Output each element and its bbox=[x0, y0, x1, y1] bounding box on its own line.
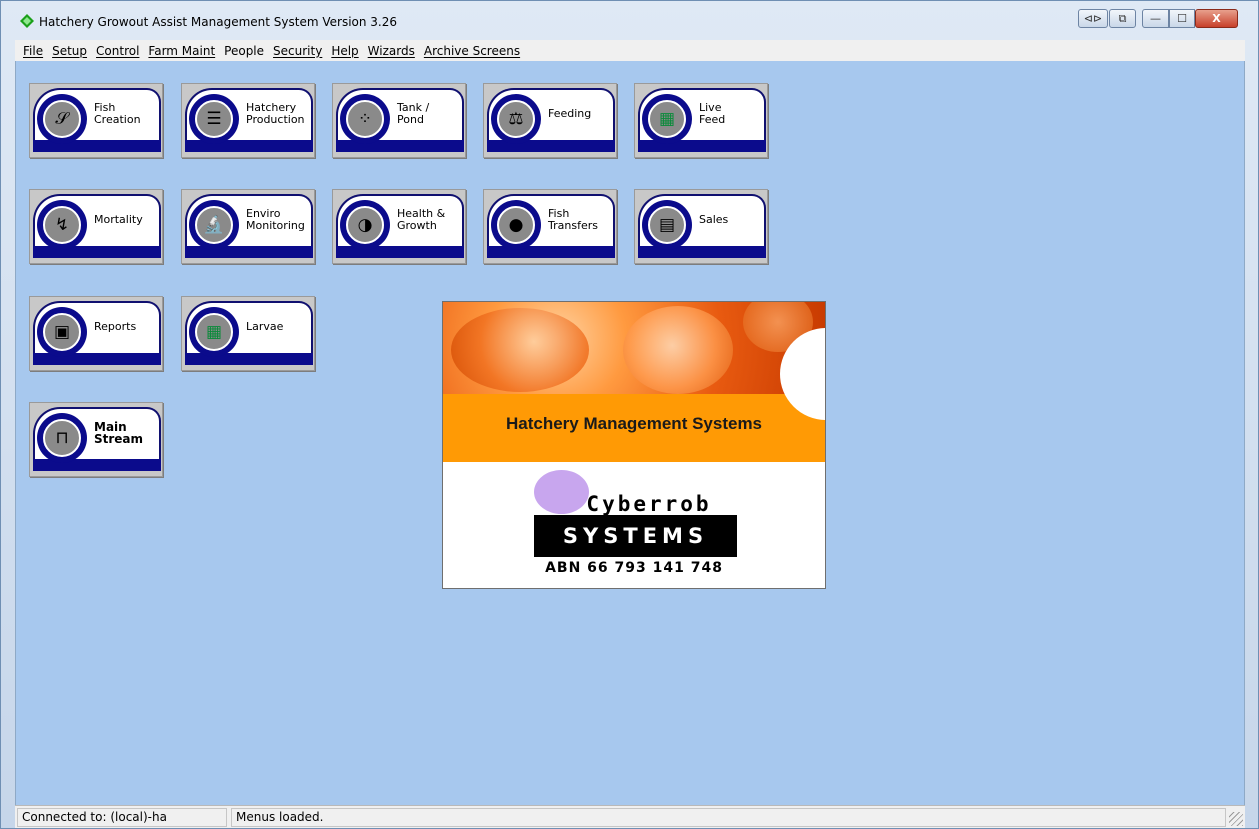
minimize-button[interactable]: — bbox=[1142, 9, 1169, 28]
bubble bbox=[623, 306, 733, 394]
health-growth-button[interactable]: ◑ Health & Growth bbox=[332, 189, 466, 264]
cash-register-icon: ▤ bbox=[658, 214, 676, 235]
icon-disc: ⊓ bbox=[43, 419, 81, 457]
label-line1: Reports bbox=[94, 320, 137, 333]
menu-setup[interactable]: Setup bbox=[52, 44, 87, 58]
tank-pond-button[interactable]: ⁘ Tank / Pond bbox=[332, 83, 466, 158]
label-line2: Transfers bbox=[548, 219, 598, 232]
button-label: Fish Creation bbox=[94, 102, 160, 126]
splash-tagline: Hatchery Management Systems bbox=[505, 414, 763, 433]
icon-disc: ▦ bbox=[195, 313, 233, 351]
mortality-button[interactable]: ↯ Mortality bbox=[29, 189, 163, 264]
button-label: Hatchery Production bbox=[246, 102, 312, 126]
hatchery-production-button[interactable]: ☰ Hatchery Production bbox=[181, 83, 315, 158]
status-bar: Connected to: (local)-ha Menus loaded. bbox=[15, 805, 1245, 828]
button-label: Feeding bbox=[548, 108, 614, 120]
restore-window-button[interactable]: ⧉ bbox=[1109, 9, 1136, 28]
nav-arrows-button[interactable]: ⊲⊳ bbox=[1078, 9, 1108, 28]
button-label: Tank / Pond bbox=[397, 102, 463, 126]
button-label: Mortality bbox=[94, 214, 160, 226]
resize-grip-icon[interactable] bbox=[1229, 812, 1243, 826]
button-label: Health & Growth bbox=[397, 208, 463, 232]
reports-icon: ▣ bbox=[53, 321, 71, 342]
label-line2: Monitoring bbox=[246, 219, 305, 232]
menu-wizards[interactable]: Wizards bbox=[368, 44, 415, 58]
sperm-icon: 𝒮 bbox=[55, 108, 69, 129]
title-bar[interactable]: Hatchery Growout Assist Management Syste… bbox=[1, 1, 1258, 39]
feeding-button[interactable]: ⚖ Feeding bbox=[483, 83, 617, 158]
menu-help[interactable]: Help bbox=[331, 44, 358, 58]
label-line2: Growth bbox=[397, 219, 437, 232]
icon-disc: ▦ bbox=[648, 100, 686, 138]
menu-control[interactable]: Control bbox=[96, 44, 139, 58]
menu-bar: File Setup Control Farm Maint People Sec… bbox=[15, 40, 1245, 61]
menu-security[interactable]: Security bbox=[273, 44, 322, 58]
label-line2: Stream bbox=[94, 432, 144, 446]
live-feed-icon: ▦ bbox=[658, 108, 676, 129]
label-line2: Production bbox=[246, 113, 305, 126]
mdi-client-area: 𝒮 Fish Creation ☰ Hatchery Production ⁘ Ta… bbox=[15, 61, 1245, 805]
window-title: Hatchery Growout Assist Management Syste… bbox=[39, 15, 398, 29]
reports-button[interactable]: ▣ Reports bbox=[29, 296, 163, 371]
icon-disc: ▤ bbox=[648, 206, 686, 244]
label-line2: Pond bbox=[397, 113, 424, 126]
label-line1: Larvae bbox=[246, 320, 284, 333]
button-label: Fish Transfers bbox=[548, 208, 614, 232]
menu-archive-screens[interactable]: Archive Screens bbox=[424, 44, 520, 58]
connection-status: Connected to: (local)-ha bbox=[17, 808, 227, 827]
live-feed-button[interactable]: ▦ Live Feed bbox=[634, 83, 768, 158]
icon-disc: 🔬 bbox=[195, 206, 233, 244]
bubble bbox=[451, 308, 589, 392]
menu-file[interactable]: File bbox=[23, 44, 43, 58]
menu-people[interactable]: People bbox=[224, 44, 264, 58]
app-window: Hatchery Growout Assist Management Syste… bbox=[0, 0, 1259, 829]
larvae-button[interactable]: ▦ Larvae bbox=[181, 296, 315, 371]
abn-number: ABN 66 793 141 748 bbox=[545, 560, 723, 576]
main-stream-icon: ⊓ bbox=[55, 427, 69, 448]
label-line1: Feeding bbox=[548, 107, 592, 120]
menu-farm-maint[interactable]: Farm Maint bbox=[148, 44, 215, 58]
fish-transfers-button[interactable]: ● Fish Transfers bbox=[483, 189, 617, 264]
app-logo-icon bbox=[20, 14, 34, 28]
main-stream-button[interactable]: ⊓ Main Stream bbox=[29, 402, 163, 477]
status-message: Menus loaded. bbox=[231, 808, 1226, 827]
button-label: Enviro Monitoring bbox=[246, 208, 312, 232]
scales-icon: ⚖ bbox=[508, 108, 524, 129]
hatchery-icon: ☰ bbox=[206, 108, 222, 129]
icon-disc: ⁘ bbox=[346, 100, 384, 138]
brand-name: Cyberrob bbox=[586, 492, 712, 516]
orange-bubbles-photo bbox=[443, 302, 825, 394]
fish-growth-icon: ◑ bbox=[357, 214, 373, 235]
enviro-monitoring-button[interactable]: 🔬 Enviro Monitoring bbox=[181, 189, 315, 264]
tank-pond-icon: ⁘ bbox=[357, 108, 373, 129]
icon-disc: ▣ bbox=[43, 313, 81, 351]
icon-disc: ↯ bbox=[43, 206, 81, 244]
label-line2: Feed bbox=[699, 113, 726, 126]
larvae-icon: ▦ bbox=[205, 321, 223, 342]
button-label: Live Feed bbox=[699, 102, 765, 126]
mortality-icon: ↯ bbox=[54, 214, 70, 235]
sales-button[interactable]: ▤ Sales bbox=[634, 189, 768, 264]
brand-systems-box: SYSTEMS bbox=[534, 515, 737, 557]
maximize-button[interactable]: ☐ bbox=[1169, 9, 1195, 28]
icon-disc: 𝒮 bbox=[43, 100, 81, 138]
label-line1: Mortality bbox=[94, 213, 143, 226]
icon-disc: ◑ bbox=[346, 206, 384, 244]
label-line1: Sales bbox=[699, 213, 729, 226]
microscope-icon: 🔬 bbox=[203, 214, 225, 235]
button-label: Sales bbox=[699, 214, 765, 226]
close-button[interactable]: X bbox=[1195, 9, 1238, 28]
fish-creation-button[interactable]: 𝒮 Fish Creation bbox=[29, 83, 163, 158]
icon-disc: ● bbox=[497, 206, 535, 244]
button-label: Main Stream bbox=[94, 421, 160, 445]
label-line2: Creation bbox=[94, 113, 141, 126]
icon-disc: ⚖ bbox=[497, 100, 535, 138]
company-splash-logo: Hatchery Management Systems Cyberrob SYS… bbox=[442, 301, 826, 589]
button-label: Larvae bbox=[246, 321, 312, 333]
icon-disc: ☰ bbox=[195, 100, 233, 138]
button-label: Reports bbox=[94, 321, 160, 333]
bomb-icon: ● bbox=[508, 214, 524, 235]
